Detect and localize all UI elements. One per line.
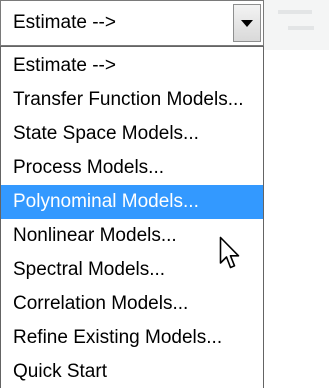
dropdown-item-nonlinear-models[interactable]: Nonlinear Models... bbox=[1, 219, 263, 253]
chevron-down-icon bbox=[241, 20, 253, 27]
dropdown-item-polynominal-models[interactable]: Polynominal Models... bbox=[1, 185, 263, 219]
combo-selected-value: Estimate --> bbox=[13, 12, 116, 33]
estimate-combo-box[interactable]: Estimate --> bbox=[0, 0, 264, 46]
estimate-dropdown-list: Estimate --> Transfer Function Models...… bbox=[0, 46, 264, 388]
dropdown-item-state-space-models[interactable]: State Space Models... bbox=[1, 117, 263, 151]
dropdown-item-process-models[interactable]: Process Models... bbox=[1, 151, 263, 185]
dropdown-item-spectral-models[interactable]: Spectral Models... bbox=[1, 253, 263, 287]
dropdown-item-correlation-models[interactable]: Correlation Models... bbox=[1, 287, 263, 321]
background-window bbox=[264, 0, 329, 50]
combo-dropdown-button[interactable] bbox=[233, 4, 261, 42]
dropdown-item-refine-existing-models[interactable]: Refine Existing Models... bbox=[1, 321, 263, 355]
dropdown-item-transfer-function-models[interactable]: Transfer Function Models... bbox=[1, 83, 263, 117]
dropdown-item-quick-start[interactable]: Quick Start bbox=[1, 355, 263, 388]
dropdown-item-estimate[interactable]: Estimate --> bbox=[1, 49, 263, 83]
